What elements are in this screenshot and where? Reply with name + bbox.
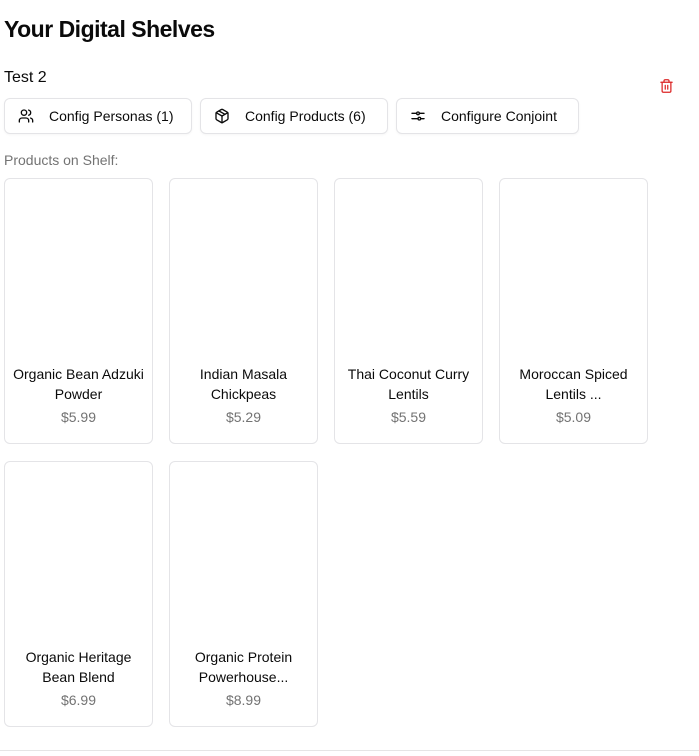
page-title: Your Digital Shelves (4, 16, 215, 42)
delete-shelf-button[interactable] (657, 77, 675, 95)
product-price: $5.09 (555, 409, 592, 425)
configure-conjoint-label: Configure Conjoint (441, 108, 557, 124)
config-products-label: Config Products (6) (245, 108, 366, 124)
package-icon (214, 108, 230, 124)
product-name: Thai Coconut Curry Lentils (347, 366, 470, 402)
shelf-toolbar: Config Personas (1) Config Products (6) … (4, 98, 579, 134)
product-price: $6.99 (60, 692, 97, 708)
config-products-button[interactable]: Config Products (6) (200, 98, 388, 134)
products-section-label: Products on Shelf: (4, 152, 119, 168)
shelf-name: Test 2 (4, 69, 47, 86)
section-divider (0, 750, 699, 751)
product-card[interactable]: Organic Protein Powerhouse... $8.99 (169, 461, 318, 727)
product-price: $5.99 (60, 409, 97, 425)
config-personas-label: Config Personas (1) (49, 108, 174, 124)
product-card[interactable]: Thai Coconut Curry Lentils $5.59 (334, 178, 483, 444)
product-name: Indian Masala Chickpeas (199, 366, 288, 402)
product-name: Organic Protein Powerhouse... (194, 649, 293, 685)
product-card[interactable]: Organic Heritage Bean Blend $6.99 (4, 461, 153, 727)
config-personas-button[interactable]: Config Personas (1) (4, 98, 192, 134)
configure-conjoint-button[interactable]: Configure Conjoint (396, 98, 579, 134)
product-name: Organic Heritage Bean Blend (25, 649, 132, 685)
product-card[interactable]: Organic Bean Adzuki Powder $5.99 (4, 178, 153, 444)
trash-icon (659, 79, 673, 93)
product-card[interactable]: Moroccan Spiced Lentils ... $5.09 (499, 178, 648, 444)
product-card[interactable]: Indian Masala Chickpeas $5.29 (169, 178, 318, 444)
product-price: $5.29 (225, 409, 262, 425)
product-grid: Organic Bean Adzuki Powder $5.99 Indian … (4, 178, 648, 727)
product-price: $5.59 (390, 409, 427, 425)
product-name: Moroccan Spiced Lentils ... (519, 366, 628, 402)
product-price: $8.99 (225, 692, 262, 708)
sliders-icon (410, 108, 426, 124)
users-icon (18, 108, 34, 124)
product-name: Organic Bean Adzuki Powder (13, 366, 144, 402)
